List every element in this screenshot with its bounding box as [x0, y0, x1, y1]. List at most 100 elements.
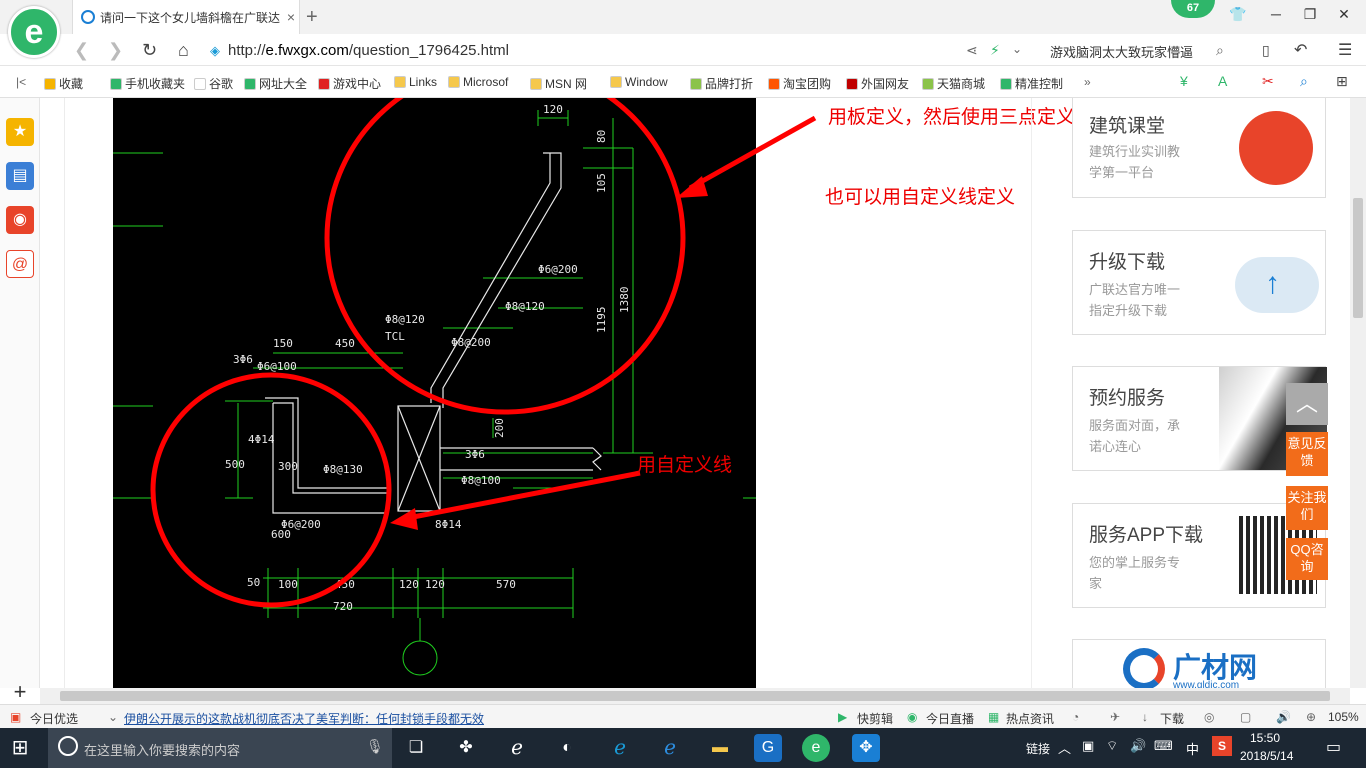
apps-grid-icon[interactable]: ⊞	[1336, 73, 1348, 90]
notifications-icon[interactable]: ▭	[1326, 737, 1341, 757]
bottom-arrow-head	[390, 508, 418, 530]
browser-logo[interactable]: e	[8, 6, 60, 58]
360-browser-taskbar-icon[interactable]: e	[802, 734, 830, 762]
windows-start-icon[interactable]: ⊞	[6, 734, 34, 762]
zoom-level[interactable]: 105%	[1328, 710, 1359, 724]
clean-icon[interactable]: ◎	[1204, 710, 1214, 724]
bookmark-item[interactable]: 品牌打折	[690, 75, 753, 92]
bookmark-item[interactable]: 手机收藏夹	[110, 75, 185, 92]
browser-tab[interactable]: 请问一下这个女儿墙斜檐在广联达 ×	[72, 0, 300, 34]
lightning-icon[interactable]: ⚡	[990, 42, 1000, 59]
bookmark-item[interactable]: Links	[394, 75, 437, 89]
taskbar-search-input[interactable]: 在这里输入你要搜索的内容	[84, 740, 240, 759]
forward-icon[interactable]: ❯	[108, 40, 123, 61]
accelerate-icon[interactable]: ✈	[1110, 710, 1120, 724]
remote-app-icon[interactable]: ✥	[852, 734, 880, 762]
favorites-star-icon[interactable]: ★	[6, 118, 34, 146]
menu-icon[interactable]: ☰	[1338, 40, 1352, 60]
share-icon[interactable]: ⋖	[966, 42, 978, 59]
close-button[interactable]: ✕	[1332, 6, 1356, 26]
file-explorer-icon[interactable]: ▬	[706, 734, 734, 762]
tray-chevron-icon[interactable]: ︿	[1058, 738, 1071, 757]
ime-indicator[interactable]: 中	[1186, 739, 1199, 758]
add-sidebar-icon[interactable]: +	[6, 678, 34, 706]
daily-picks[interactable]: 今日优选	[30, 710, 78, 727]
horizontal-scrollbar[interactable]	[40, 688, 1350, 704]
glodon-app-icon[interactable]: G	[754, 734, 782, 762]
notification-badge[interactable]: 67	[1171, 0, 1215, 18]
download-link[interactable]: 下载	[1160, 710, 1184, 727]
feedback-button[interactable]: 意见反馈	[1286, 432, 1328, 476]
phone-icon[interactable]: ▯	[1262, 42, 1270, 59]
more-bookmarks-icon[interactable]: »	[1084, 75, 1091, 89]
bookmark-item[interactable]: 网址大全	[244, 75, 307, 92]
quick-cut-link[interactable]: 快剪辑	[857, 710, 893, 727]
search-input[interactable]: 游戏脑洞太大致玩家懵逼	[1050, 42, 1193, 61]
card-gldjc[interactable]: 广材网 www.gldjc.com	[1072, 639, 1326, 688]
bookmark-item[interactable]: 游戏中心	[318, 75, 381, 92]
maximize-button[interactable]: ❐	[1298, 6, 1322, 26]
clock-time[interactable]: 15:50	[1250, 731, 1280, 745]
sidebar-toggle-icon[interactable]: |<	[16, 75, 26, 89]
pinwheel-app-icon[interactable]: ✤	[452, 734, 480, 762]
live-link[interactable]: 今日直播	[926, 710, 974, 727]
tray-app-icon[interactable]: ▣	[1082, 738, 1094, 754]
bookmark-item[interactable]: 收藏	[44, 75, 83, 92]
reading-list-icon[interactable]: ▤	[6, 162, 34, 190]
mail-icon[interactable]: @	[6, 250, 34, 278]
qq-consult-button[interactable]: QQ咨询	[1286, 538, 1328, 580]
window-icon[interactable]: ▢	[1240, 710, 1251, 724]
bookmark-item[interactable]: 天猫商城	[922, 75, 985, 92]
sound-icon[interactable]: 🔊	[1276, 710, 1291, 724]
taskbar-link-label[interactable]: 链接	[1026, 740, 1050, 757]
refresh-icon[interactable]: ↻	[142, 40, 157, 61]
horizontal-scroll-thumb[interactable]	[60, 691, 1330, 701]
clock-date[interactable]: 2018/5/14	[1240, 749, 1293, 763]
money-icon[interactable]: ¥	[1180, 73, 1188, 89]
back-icon[interactable]: ❮	[74, 40, 89, 61]
follow-us-button[interactable]: 关注我们	[1286, 486, 1328, 530]
top-red-circle	[324, 98, 686, 415]
translate-icon[interactable]: A	[1218, 73, 1227, 89]
g-app-icon[interactable]: ◐	[553, 734, 581, 762]
bookmark-item[interactable]: 谷歌	[194, 75, 233, 92]
wifi-icon[interactable]: ⌔	[1106, 738, 1118, 754]
microphone-icon[interactable]: 🎙	[366, 738, 384, 755]
bookmark-item[interactable]: Microsof	[448, 75, 508, 89]
card-building-class[interactable]: 建筑课堂 建筑行业实训教 学第一平台	[1072, 98, 1326, 198]
ie-icon[interactable]: ℯ	[656, 734, 684, 762]
vertical-scroll-thumb[interactable]	[1353, 198, 1363, 318]
browser-e-icon[interactable]: ℯ	[503, 734, 531, 762]
minimize-button[interactable]: ─	[1264, 6, 1288, 26]
keyboard-icon[interactable]: ⌨	[1154, 738, 1173, 754]
url-path: /question_1796425.html	[348, 42, 510, 59]
task-view-icon[interactable]: ❏	[402, 734, 430, 762]
bookmark-item[interactable]: 外国网友	[846, 75, 909, 92]
weibo-icon[interactable]: ◉	[6, 206, 34, 234]
search-icon[interactable]: ⌕	[1216, 42, 1224, 59]
sogou-ime-icon[interactable]: S	[1212, 736, 1232, 756]
new-tab-button[interactable]: +	[306, 6, 318, 29]
home-icon[interactable]: ⌂	[178, 40, 189, 61]
taskbar-search[interactable]: 在这里输入你要搜索的内容 🎙	[48, 728, 392, 768]
tab-close-icon[interactable]: ×	[283, 9, 299, 25]
scissors-icon[interactable]: ✂	[1262, 73, 1274, 90]
card-upgrade-download[interactable]: 升级下载 广联达官方唯一 指定升级下载 ↑	[1072, 230, 1326, 335]
hot-news-link[interactable]: 热点资讯	[1006, 710, 1054, 727]
bookmark-item[interactable]: 精准控制	[1000, 75, 1063, 92]
vertical-scrollbar[interactable]	[1350, 98, 1366, 688]
bookmark-item[interactable]: 淘宝团购	[768, 75, 831, 92]
speed-icon[interactable]: ◔	[1072, 710, 1079, 724]
edge-icon[interactable]: ℯ	[606, 734, 634, 762]
search-tool-icon[interactable]: ⌕	[1300, 73, 1308, 90]
news-ticker-link[interactable]: 伊朗公开展示的这款战机彻底否决了美军判断：任何封锁手段都无效	[124, 710, 484, 727]
volume-icon[interactable]: 🔊	[1130, 738, 1146, 754]
url-prefix: http://	[228, 42, 266, 59]
url-field[interactable]: http://e.fwxgx.com/question_1796425.html	[228, 42, 509, 59]
chevron-down-icon[interactable]: ⌄	[1012, 42, 1022, 56]
bookmark-item[interactable]: MSN 网	[530, 75, 587, 92]
undo-icon[interactable]: ↶	[1294, 40, 1307, 60]
back-to-top-button[interactable]: ︿	[1286, 383, 1328, 425]
skin-icon[interactable]: 👕	[1226, 6, 1250, 26]
bookmark-item[interactable]: Window	[610, 75, 668, 89]
